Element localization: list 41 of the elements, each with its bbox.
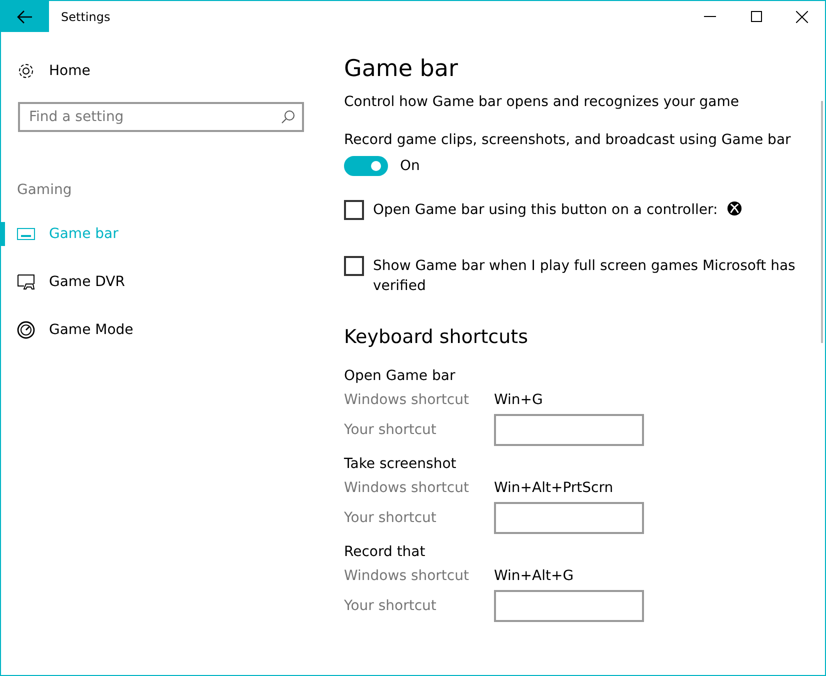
shortcut-label: Windows shortcut: [344, 480, 470, 496]
shortcut-label: Your shortcut: [344, 598, 438, 614]
nav-item[interactable]: Game Mode: [1, 306, 328, 354]
shortcut-label: Windows shortcut: [344, 392, 470, 408]
section-heading: Gaming: [17, 182, 73, 198]
close-icon: [796, 10, 808, 22]
shortcut-value: Win+Alt+G: [494, 568, 575, 584]
window-title: Settings: [61, 10, 112, 24]
shortcut-field[interactable]: [494, 590, 644, 622]
checkbox-label: Show Game bar when I play full screen games Microsoft has verified: [373, 257, 796, 296]
maximize-icon: [750, 11, 762, 22]
minimize-icon: [704, 16, 716, 18]
checkbox[interactable]: [344, 256, 364, 276]
shortcut-label: Windows shortcut: [344, 568, 470, 584]
shortcut-field[interactable]: [494, 414, 644, 446]
toggle-state: On: [400, 158, 420, 174]
shortcut-name: Record that: [344, 544, 426, 560]
home-link[interactable]: Home: [17, 62, 328, 80]
section-heading: Keyboard shortcuts: [344, 326, 530, 348]
page-title: Game bar: [344, 56, 459, 82]
game-bar-icon: [17, 227, 35, 241]
toggle-switch[interactable]: [344, 156, 388, 176]
search-field[interactable]: Find a setting: [18, 102, 304, 132]
shortcut-name: Take screenshot: [344, 456, 458, 472]
shortcut-value: Win+Alt+PrtScrn: [494, 480, 614, 496]
checkbox-label: Open Game bar using this button on a controller:: [373, 201, 718, 220]
checkbox[interactable]: [344, 200, 364, 220]
nav-item[interactable]: Game DVR: [1, 258, 328, 306]
screen-controller-icon: [17, 274, 35, 290]
search-icon: [281, 110, 295, 124]
shortcut-label: Your shortcut: [344, 510, 438, 526]
shortcut-name: Open Game bar: [344, 368, 456, 384]
page-description: Control how Game bar opens and recognizes your game: [344, 94, 740, 110]
shortcut-label: Your shortcut: [344, 422, 438, 438]
toggle-label: Record game clips, screenshots, and broadcast using Game bar: [344, 132, 792, 148]
gear-icon: [17, 62, 35, 80]
controller-logo-icon: [726, 201, 742, 216]
back-arrow-icon: [17, 10, 33, 24]
shortcut-value: Win+G: [494, 392, 544, 408]
shortcut-field[interactable]: [494, 502, 644, 534]
gauge-icon: [17, 321, 35, 339]
